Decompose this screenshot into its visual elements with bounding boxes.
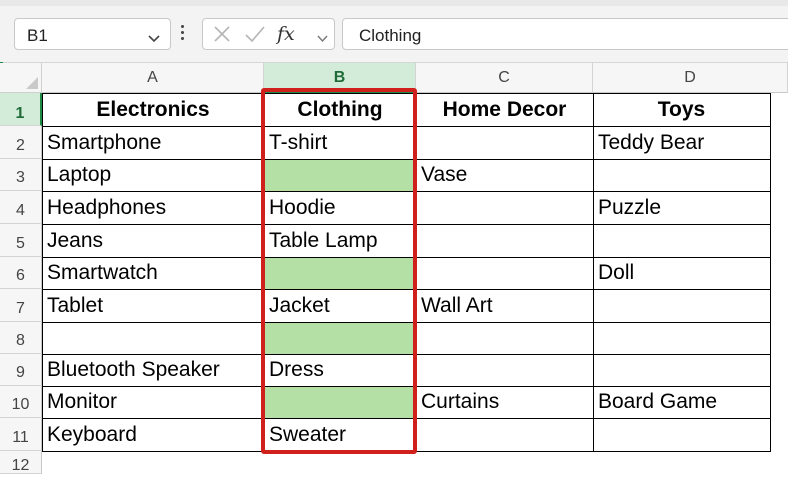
grid-line xyxy=(42,93,43,452)
cell-c9[interactable] xyxy=(416,354,593,386)
column-header-b[interactable]: B xyxy=(264,63,416,93)
select-all-corner[interactable] xyxy=(0,63,42,93)
cell-a11[interactable]: Keyboard xyxy=(42,418,264,451)
formula-controls: fx xyxy=(202,18,335,50)
column-header-d[interactable]: D xyxy=(593,63,788,93)
cell-c3[interactable]: Vase xyxy=(416,159,593,191)
grid-line xyxy=(770,93,771,452)
row-header-4[interactable]: 4 xyxy=(0,191,42,224)
grid-line xyxy=(42,93,771,94)
cell-d4[interactable]: Puzzle xyxy=(593,191,770,224)
row-header-7[interactable]: 7 xyxy=(0,289,42,322)
cell-b5[interactable]: Table Lamp xyxy=(264,224,416,257)
row-header-11[interactable]: 11 xyxy=(0,418,42,451)
cell-d3[interactable] xyxy=(593,159,770,191)
cell-b4[interactable]: Hoodie xyxy=(264,191,416,224)
cell-c7[interactable]: Wall Art xyxy=(416,289,593,322)
row-header-3[interactable]: 3 xyxy=(0,159,42,191)
cell-d7[interactable] xyxy=(593,289,770,322)
name-box-value: B1 xyxy=(27,26,48,45)
cell-b8[interactable] xyxy=(264,322,416,354)
chevron-down-icon[interactable] xyxy=(148,30,160,48)
cell-c8[interactable] xyxy=(416,322,593,354)
cell-c4[interactable] xyxy=(416,191,593,224)
more-options-icon[interactable] xyxy=(181,23,185,43)
cell-a10[interactable]: Monitor xyxy=(42,386,264,418)
cell-d11[interactable] xyxy=(593,418,770,451)
column-header-c[interactable]: C xyxy=(416,63,593,93)
cell-b11[interactable]: Sweater xyxy=(264,418,416,451)
cell-b2[interactable]: T-shirt xyxy=(264,126,416,159)
row-header-1[interactable]: 1 xyxy=(0,93,42,126)
column-header-a[interactable]: A xyxy=(42,63,264,93)
cell-b3[interactable] xyxy=(264,159,416,191)
cell-a7[interactable]: Tablet xyxy=(42,289,264,322)
grid-line xyxy=(593,93,594,452)
cell-a5[interactable]: Jeans xyxy=(42,224,264,257)
cell-b9[interactable]: Dress xyxy=(264,354,416,386)
grid-line xyxy=(42,354,771,355)
cell-b10[interactable] xyxy=(264,386,416,418)
cell-b7[interactable]: Jacket xyxy=(264,289,416,322)
cell-b1[interactable]: Clothing xyxy=(264,93,416,126)
grid-line xyxy=(42,224,771,225)
cell-d1[interactable]: Toys xyxy=(593,93,770,126)
cell-d5[interactable] xyxy=(593,224,770,257)
grid-line xyxy=(42,289,771,290)
cell-d8[interactable] xyxy=(593,322,770,354)
grid-line xyxy=(42,386,771,387)
cell-c10[interactable]: Curtains xyxy=(416,386,593,418)
cell-d9[interactable] xyxy=(593,354,770,386)
formula-value: Clothing xyxy=(359,26,422,45)
row-header-8[interactable]: 8 xyxy=(0,322,42,354)
formula-input[interactable]: Clothing xyxy=(342,18,788,50)
function-icon[interactable]: fx xyxy=(277,23,295,45)
chevron-down-icon[interactable] xyxy=(317,30,328,48)
grid-line xyxy=(42,191,771,192)
cell-c11[interactable] xyxy=(416,418,593,451)
cell-a2[interactable]: Smartphone xyxy=(42,126,264,159)
row-header-9[interactable]: 9 xyxy=(0,354,42,386)
cell-a1[interactable]: Electronics xyxy=(42,93,264,126)
cell-grid: Electronics Clothing Home Decor Toys Smartph… xyxy=(42,93,788,474)
grid-line xyxy=(42,451,771,452)
cell-c2[interactable] xyxy=(416,126,593,159)
enter-check-icon[interactable] xyxy=(244,24,266,49)
grid-line xyxy=(42,257,771,258)
cell-d6[interactable]: Doll xyxy=(593,257,770,289)
cell-c5[interactable] xyxy=(416,224,593,257)
grid-line xyxy=(264,93,265,452)
grid-line xyxy=(42,126,771,127)
name-box[interactable]: B1 xyxy=(14,18,171,50)
cell-d2[interactable]: Teddy Bear xyxy=(593,126,770,159)
grid-line xyxy=(416,93,417,452)
cell-b6[interactable] xyxy=(264,257,416,289)
formula-bar: B1 fx Clothing xyxy=(0,6,788,63)
row-header-2[interactable]: 2 xyxy=(0,126,42,159)
row-header-5[interactable]: 5 xyxy=(0,224,42,257)
row-header-10[interactable]: 10 xyxy=(0,386,42,418)
cell-a8[interactable] xyxy=(42,322,264,354)
cell-c1[interactable]: Home Decor xyxy=(416,93,593,126)
grid-line xyxy=(42,322,771,323)
cell-d10[interactable]: Board Game xyxy=(593,386,770,418)
cell-a4[interactable]: Headphones xyxy=(42,191,264,224)
grid-line xyxy=(42,418,771,419)
cancel-icon[interactable] xyxy=(212,24,232,49)
row-header-6[interactable]: 6 xyxy=(0,257,42,289)
cell-a3[interactable]: Laptop xyxy=(42,159,264,191)
cell-a6[interactable]: Smartwatch xyxy=(42,257,264,289)
grid-line xyxy=(42,159,771,160)
cell-c6[interactable] xyxy=(416,257,593,289)
cell-a9[interactable]: Bluetooth Speaker xyxy=(42,354,264,386)
row-header-12[interactable]: 12 xyxy=(0,451,42,474)
